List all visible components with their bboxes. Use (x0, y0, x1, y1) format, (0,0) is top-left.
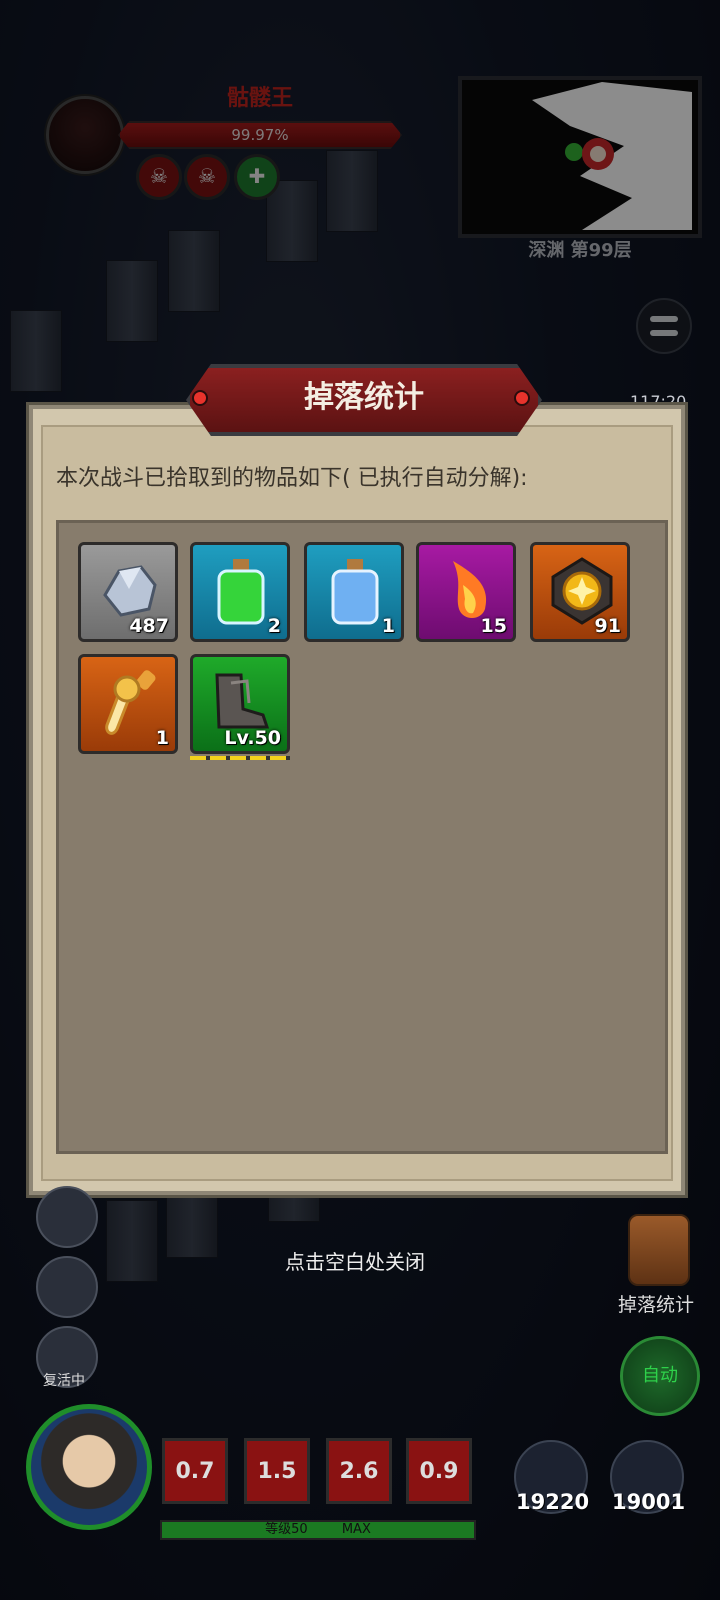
green-potion-icon (217, 559, 265, 625)
item-count: 1 (381, 615, 395, 637)
item-slot[interactable]: Lv.50 (190, 654, 290, 754)
skill-button[interactable]: 1.5 (244, 1438, 310, 1504)
close-hint: 点击空白处关闭 (285, 1250, 425, 1274)
auto-button[interactable]: 自动 (620, 1336, 700, 1416)
blue-potion-icon (331, 559, 379, 625)
item-count: 15 (480, 615, 507, 637)
modal-title-banner: 掉落统计 (186, 364, 542, 436)
revive-label: 复活中 (43, 1373, 85, 1389)
item-count: 1 (155, 727, 169, 749)
cute-sword-icon (105, 670, 156, 735)
hero-avatar[interactable] (26, 1404, 152, 1530)
stone-ore-icon (103, 565, 157, 617)
max-text: MAX (341, 1522, 371, 1537)
gem-icon (192, 390, 208, 406)
level-text: 等级50 (265, 1522, 308, 1537)
skill-button[interactable]: 2.6 (326, 1438, 392, 1504)
armored-boots-icon (215, 673, 270, 729)
modal-title: 掉落统计 (304, 380, 424, 415)
item-slot[interactable]: 2 (190, 542, 290, 642)
green-potion-count: 19001 (612, 1490, 686, 1514)
blue-potion-count: 19220 (516, 1490, 590, 1514)
xp-bar: 等级50 MAX (160, 1520, 476, 1540)
skill-button[interactable]: 0.9 (406, 1438, 472, 1504)
bee-pet-icon[interactable] (36, 1256, 98, 1318)
item-level: Lv.50 (224, 727, 281, 749)
gem-icon (514, 390, 530, 406)
item-count: 2 (267, 615, 281, 637)
item-slot[interactable]: 487 (78, 542, 178, 642)
item-slot[interactable]: 1 (304, 542, 404, 642)
skill-button[interactable]: 0.7 (162, 1438, 228, 1504)
item-slot[interactable]: 91 (530, 542, 630, 642)
dragon-pet-icon[interactable] (36, 1186, 98, 1248)
item-slot[interactable]: 1 (78, 654, 178, 754)
item-slot[interactable]: 15 (416, 542, 516, 642)
bag-label: 掉落统计 (617, 1294, 694, 1316)
item-count: 91 (594, 615, 621, 637)
item-count: 487 (129, 615, 169, 637)
backpack-icon[interactable] (628, 1214, 690, 1286)
item-level-bar (190, 756, 290, 760)
modal-description: 本次战斗已拾取到的物品如下( 已执行自动分解): (56, 466, 528, 491)
